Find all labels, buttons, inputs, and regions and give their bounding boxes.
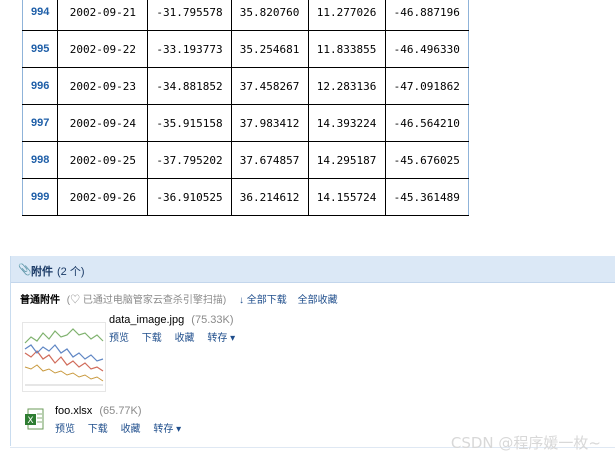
attachments-panel: 📎 附件 (2 个) 普通附件 (♡ 已通过电脑管家云查杀引擎扫描) ↓ 全部下… bbox=[10, 256, 615, 446]
collect-link[interactable]: 收藏 bbox=[175, 333, 195, 344]
attachments-header: 📎 附件 (2 个) bbox=[11, 256, 615, 283]
row-index[interactable]: 996 bbox=[21, 67, 59, 105]
table-row: 999 2002-09-26 -36.910525 36.214612 14.15572… bbox=[21, 178, 469, 216]
value-cell: 37.983412 bbox=[230, 104, 309, 142]
watermark: CSDN @程序媛一枚~ bbox=[450, 434, 601, 452]
file-name[interactable]: data_image.jpg bbox=[109, 314, 184, 326]
value-cell: -45.676025 bbox=[384, 141, 469, 179]
file-size: (65.77K) bbox=[99, 405, 142, 417]
value-cell: 36.214612 bbox=[230, 178, 309, 216]
collect-link[interactable]: 收藏 bbox=[121, 424, 141, 435]
date-cell: 2002-09-25 bbox=[57, 141, 149, 179]
value-cell: -37.795202 bbox=[147, 141, 232, 179]
excel-file-icon[interactable]: X bbox=[25, 408, 45, 430]
attachments-subheader: 普通附件 (♡ 已通过电脑管家云查杀引擎扫描) ↓ 全部下载 全部收藏 bbox=[20, 291, 338, 306]
value-cell: 11.833855 bbox=[307, 30, 386, 68]
row-index[interactable]: 998 bbox=[21, 141, 59, 179]
row-index[interactable]: 994 bbox=[21, 0, 59, 31]
row-index[interactable]: 999 bbox=[21, 178, 59, 216]
attachment-item: foo.xlsx (65.77K) 预览 下载 收藏 转存 ▾ bbox=[55, 405, 191, 435]
value-cell: -46.564210 bbox=[384, 104, 469, 142]
value-cell: -35.915158 bbox=[147, 104, 232, 142]
value-cell: -46.887196 bbox=[384, 0, 469, 31]
value-cell: 14.393224 bbox=[307, 104, 386, 142]
date-cell: 2002-09-22 bbox=[57, 30, 149, 68]
table-row: 995 2002-09-22 -33.193773 35.254681 11.83385… bbox=[21, 30, 469, 68]
file-size: (75.33K) bbox=[191, 314, 234, 326]
save-to-dropdown[interactable]: 转存 ▾ bbox=[153, 424, 181, 435]
value-cell: 37.674857 bbox=[230, 141, 309, 179]
value-cell: -46.496330 bbox=[384, 30, 469, 68]
download-link[interactable]: 下载 bbox=[88, 424, 108, 435]
table-row: 996 2002-09-23 -34.881852 37.458267 12.28313… bbox=[21, 67, 469, 105]
row-index[interactable]: 995 bbox=[21, 30, 59, 68]
collect-all-link[interactable]: 全部收藏 bbox=[298, 295, 338, 306]
scan-note: (♡ 已通过电脑管家云查杀引擎扫描) bbox=[66, 295, 227, 306]
value-cell: -47.091862 bbox=[384, 67, 469, 105]
date-cell: 2002-09-23 bbox=[57, 67, 149, 105]
value-cell: -33.193773 bbox=[147, 30, 232, 68]
preview-link[interactable]: 预览 bbox=[109, 333, 129, 344]
file-actions: 预览 下载 收藏 转存 ▾ bbox=[55, 420, 191, 435]
preview-link[interactable]: 预览 bbox=[55, 424, 75, 435]
value-cell: -31.795578 bbox=[147, 0, 232, 31]
file-actions: 预览 下载 收藏 转存 ▾ bbox=[109, 329, 245, 344]
save-to-dropdown[interactable]: 转存 ▾ bbox=[207, 333, 235, 344]
image-thumbnail[interactable] bbox=[22, 322, 106, 392]
value-cell: 37.458267 bbox=[230, 67, 309, 105]
date-cell: 2002-09-26 bbox=[57, 178, 149, 216]
attachments-count: (2 个) bbox=[57, 266, 85, 278]
row-index[interactable]: 997 bbox=[21, 104, 59, 142]
file-name[interactable]: foo.xlsx bbox=[55, 405, 92, 417]
download-all-link[interactable]: ↓ 全部下载 bbox=[239, 295, 287, 306]
date-cell: 2002-09-21 bbox=[57, 0, 149, 31]
download-link[interactable]: 下载 bbox=[142, 333, 162, 344]
value-cell: -36.910525 bbox=[147, 178, 232, 216]
date-cell: 2002-09-24 bbox=[57, 104, 149, 142]
table-row: 998 2002-09-25 -37.795202 37.674857 14.29518… bbox=[21, 141, 469, 179]
value-cell: -34.881852 bbox=[147, 67, 232, 105]
value-cell: 35.820760 bbox=[230, 0, 309, 31]
value-cell: 12.283136 bbox=[307, 67, 386, 105]
table-row: 997 2002-09-24 -35.915158 37.983412 14.39322… bbox=[21, 104, 469, 142]
value-cell: -45.361489 bbox=[384, 178, 469, 216]
value-cell: 11.277026 bbox=[307, 0, 386, 31]
data-table: 994 2002-09-21 -31.795578 35.820760 11.27702… bbox=[21, 0, 469, 216]
table-row: 994 2002-09-21 -31.795578 35.820760 11.27702… bbox=[21, 0, 469, 31]
svg-text:X: X bbox=[27, 416, 33, 426]
value-cell: 35.254681 bbox=[230, 30, 309, 68]
attachment-item: data_image.jpg (75.33K) 预览 下载 收藏 转存 ▾ bbox=[109, 314, 245, 344]
value-cell: 14.295187 bbox=[307, 141, 386, 179]
thumbnail-chart-image bbox=[23, 323, 105, 391]
attachments-title: 附件 bbox=[31, 266, 53, 278]
paperclip-icon: 📎 bbox=[18, 264, 32, 276]
normal-attachments-label: 普通附件 bbox=[20, 295, 60, 306]
value-cell: 14.155724 bbox=[307, 178, 386, 216]
